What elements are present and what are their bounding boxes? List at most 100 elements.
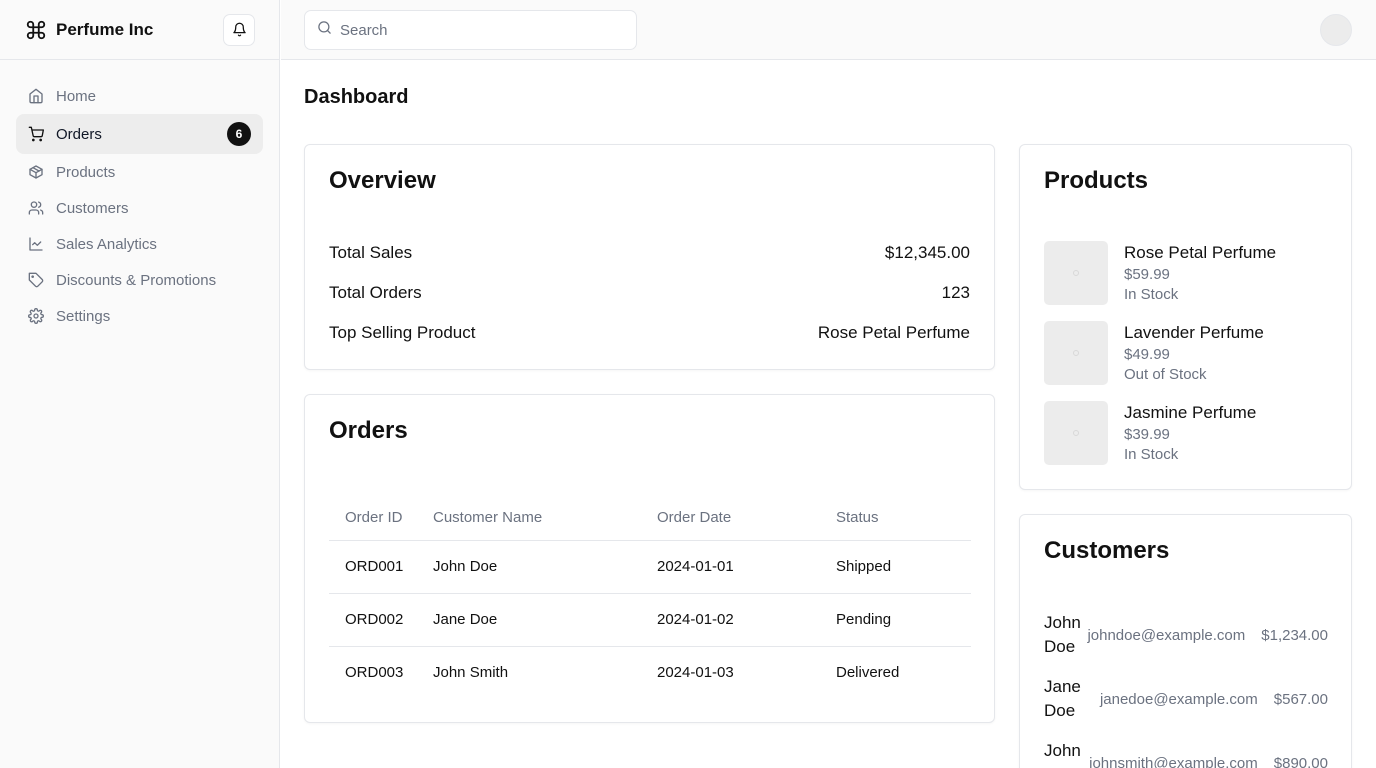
notifications-button[interactable] bbox=[223, 13, 255, 46]
sidebar-item-label: Orders bbox=[56, 125, 102, 143]
status-cell: Shipped bbox=[820, 540, 971, 594]
search-box[interactable] bbox=[304, 10, 637, 50]
customer-item[interactable]: John Smith johnsmith@example.com $890.00 bbox=[1044, 739, 1328, 768]
overview-title: Overview bbox=[329, 167, 436, 194]
product-image-placeholder bbox=[1044, 401, 1108, 465]
customer-total: $890.00 bbox=[1273, 754, 1328, 768]
customers-title: Customers bbox=[1044, 537, 1170, 564]
sidebar-item-label: Home bbox=[56, 87, 97, 105]
table-row[interactable]: ORD003 John Smith 2024-01-03 Delivered bbox=[329, 646, 971, 699]
cart-icon bbox=[28, 126, 44, 142]
sidebar-item-orders[interactable]: Orders 6 bbox=[16, 114, 263, 154]
column-header-customer-name[interactable]: Customer Name bbox=[417, 495, 641, 541]
customer-name-cell: John Smith bbox=[433, 664, 509, 682]
overview-label: Total Sales bbox=[329, 243, 413, 262]
order-id-cell: ORD002 bbox=[329, 593, 417, 647]
product-item[interactable]: Rose Petal Perfume $59.99 In Stock bbox=[1044, 241, 1328, 305]
overview-value: Rose Petal Perfume bbox=[817, 323, 970, 342]
tag-icon bbox=[28, 272, 44, 288]
products-card: Products Rose Petal Perfume $59.99 In St… bbox=[1019, 144, 1352, 490]
order-date-cell: 2024-01-02 bbox=[641, 593, 820, 647]
customer-email: johndoe@example.com bbox=[1087, 626, 1246, 644]
brand-name[interactable]: Perfume Inc bbox=[56, 20, 153, 40]
search-icon bbox=[317, 20, 332, 40]
customer-name: John Doe bbox=[1044, 613, 1081, 656]
overview-value: 123 bbox=[941, 283, 970, 302]
sidebar-item-discounts[interactable]: Discounts & Promotions bbox=[16, 262, 263, 298]
sidebar-item-label: Customers bbox=[56, 199, 129, 217]
products-title: Products bbox=[1044, 167, 1149, 194]
sidebar-item-settings[interactable]: Settings bbox=[16, 298, 263, 334]
product-image-placeholder bbox=[1044, 321, 1108, 385]
table-row[interactable]: ORD002 Jane Doe 2024-01-02 Pending bbox=[329, 593, 971, 647]
customer-item[interactable]: Jane Doe janedoe@example.com $567.00 bbox=[1044, 675, 1328, 723]
product-name: Jasmine Perfume bbox=[1124, 403, 1257, 422]
table-header-row: Order ID Customer Name Order Date Status bbox=[329, 495, 971, 541]
sidebar-item-home[interactable]: Home bbox=[16, 78, 263, 114]
order-date-cell: 2024-01-01 bbox=[641, 540, 820, 594]
overview-value: $12,345.00 bbox=[884, 243, 970, 262]
customer-total: $567.00 bbox=[1273, 690, 1328, 708]
overview-row: Top Selling Product Rose Petal Perfume bbox=[329, 323, 970, 343]
product-price: $39.99 bbox=[1124, 426, 1170, 443]
orders-count-badge: 6 bbox=[227, 122, 251, 146]
order-date-cell: 2024-01-03 bbox=[657, 664, 734, 682]
product-item[interactable]: Lavender Perfume $49.99 Out of Stock bbox=[1044, 321, 1328, 385]
overview-label: Total Orders bbox=[329, 283, 422, 302]
column-header-status[interactable]: Status bbox=[820, 495, 971, 541]
sidebar-nav: Home Orders 6 Products Customers Sales A… bbox=[0, 60, 279, 350]
sidebar-item-customers[interactable]: Customers bbox=[16, 190, 263, 226]
overview-label: Top Selling Product bbox=[329, 323, 476, 342]
status-cell: Delivered bbox=[836, 664, 900, 682]
top-bar bbox=[281, 0, 1376, 60]
orders-table: Order ID Customer Name Order Date Status… bbox=[329, 495, 971, 699]
product-name: Rose Petal Perfume bbox=[1124, 243, 1277, 262]
sidebar-item-label: Sales Analytics bbox=[56, 235, 157, 253]
product-price: $49.99 bbox=[1124, 346, 1170, 363]
orders-title: Orders bbox=[329, 417, 408, 444]
status-cell: Pending bbox=[820, 593, 971, 647]
clover-icon[interactable] bbox=[24, 18, 48, 42]
bell-icon bbox=[232, 22, 246, 37]
gear-icon bbox=[28, 308, 44, 324]
line-chart-icon bbox=[28, 236, 44, 252]
customer-email: johnsmith@example.com bbox=[1089, 754, 1258, 768]
sidebar-item-products[interactable]: Products bbox=[16, 154, 263, 190]
customer-total: $1,234.00 bbox=[1261, 626, 1328, 644]
customer-name-cell: Jane Doe bbox=[417, 593, 641, 647]
customer-name: John Smith bbox=[1044, 741, 1087, 768]
sidebar: Perfume Inc Home Orders 6 Products Custo… bbox=[0, 0, 280, 768]
table-row[interactable]: ORD001 John Doe 2024-01-01 Shipped bbox=[329, 540, 971, 594]
overview-card: Overview Total Sales $12,345.00 Total Or… bbox=[304, 144, 995, 370]
sidebar-item-label: Settings bbox=[56, 307, 111, 325]
overview-row: Total Orders 123 bbox=[329, 283, 970, 303]
product-price: $59.99 bbox=[1124, 266, 1170, 283]
sidebar-item-label: Products bbox=[56, 163, 116, 181]
search-input[interactable] bbox=[340, 21, 620, 39]
customer-item[interactable]: John Doe johndoe@example.com $1,234.00 bbox=[1044, 611, 1328, 659]
product-image-placeholder bbox=[1044, 241, 1108, 305]
sidebar-item-label: Discounts & Promotions bbox=[56, 271, 217, 289]
order-id-cell: ORD001 bbox=[329, 540, 417, 594]
product-name: Lavender Perfume bbox=[1124, 323, 1264, 342]
customer-name-cell: John Doe bbox=[417, 540, 641, 594]
customer-name: Jane Doe bbox=[1044, 677, 1081, 720]
column-header-order-date[interactable]: Order Date bbox=[641, 495, 820, 541]
customers-card: Customers John Doe johndoe@example.com $… bbox=[1019, 514, 1352, 768]
order-id-cell: ORD003 bbox=[345, 664, 404, 682]
users-icon bbox=[28, 200, 44, 216]
package-icon bbox=[28, 164, 44, 180]
brand-header: Perfume Inc bbox=[0, 0, 279, 60]
sidebar-item-sales-analytics[interactable]: Sales Analytics bbox=[16, 226, 263, 262]
product-stock-status: In Stock bbox=[1124, 286, 1179, 303]
page-title: Dashboard bbox=[304, 86, 409, 108]
product-stock-status: In Stock bbox=[1124, 446, 1179, 463]
overview-row: Total Sales $12,345.00 bbox=[329, 243, 970, 263]
home-icon bbox=[28, 88, 44, 104]
customer-email: janedoe@example.com bbox=[1099, 690, 1258, 708]
column-header-order-id[interactable]: Order ID bbox=[329, 495, 417, 541]
product-item[interactable]: Jasmine Perfume $39.99 In Stock bbox=[1044, 401, 1328, 465]
product-stock-status: Out of Stock bbox=[1124, 366, 1207, 383]
user-avatar[interactable] bbox=[1320, 14, 1352, 46]
orders-card: Orders Order ID Customer Name Order Date… bbox=[304, 394, 995, 723]
